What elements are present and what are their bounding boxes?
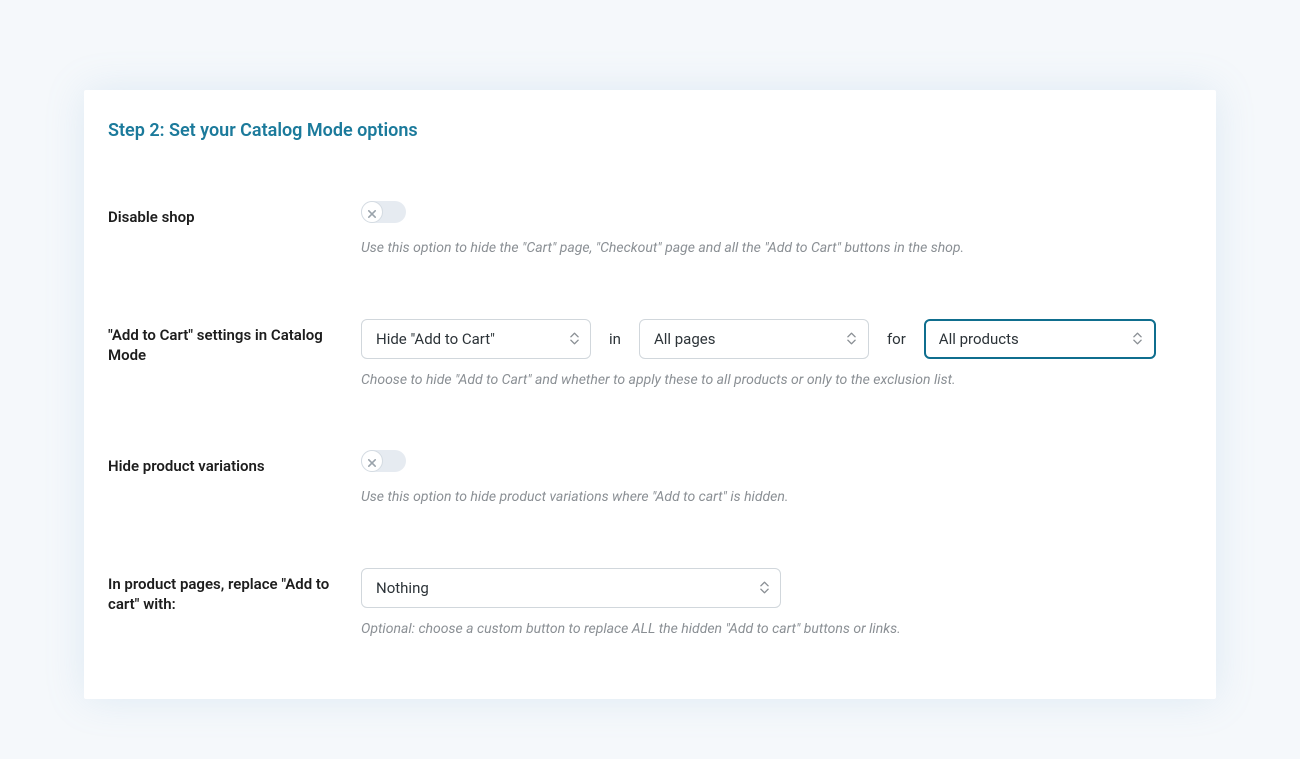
toggle-hide-variations[interactable]: [361, 450, 406, 472]
label-replace-with: In product pages, replace "Add to cart" …: [108, 568, 341, 615]
select-products-scope[interactable]: All products: [924, 319, 1156, 359]
select-row: Hide "Add to Cart" in All pages for: [361, 319, 1192, 359]
select-replace-with[interactable]: Nothing: [361, 568, 781, 608]
updown-icon: [758, 580, 770, 596]
separator-in: in: [609, 330, 621, 348]
desc-replace-with: Optional: choose a custom button to repl…: [361, 620, 1192, 640]
field-hide-variations: Hide product variations Use this option …: [108, 450, 1192, 508]
select-pages-scope[interactable]: All pages: [639, 319, 869, 359]
step-title: Step 2: Set your Catalog Mode options: [108, 120, 1192, 141]
desc-disable-shop: Use this option to hide the "Cart" page,…: [361, 239, 1192, 259]
field-add-to-cart-settings: "Add to Cart" settings in Catalog Mode H…: [108, 319, 1192, 391]
control-col: Nothing Optional: choose a custom button…: [361, 568, 1192, 640]
label-col: Disable shop: [108, 201, 361, 227]
control-col: Use this option to hide the "Cart" page,…: [361, 201, 1192, 259]
select-value: All pages: [654, 330, 716, 348]
x-icon: [368, 203, 376, 222]
label-col: Hide product variations: [108, 450, 361, 476]
field-replace-with: In product pages, replace "Add to cart" …: [108, 568, 1192, 640]
control-col: Use this option to hide product variatio…: [361, 450, 1192, 508]
label-col: "Add to Cart" settings in Catalog Mode: [108, 319, 361, 366]
toggle-knob: [361, 450, 383, 472]
label-hide-variations: Hide product variations: [108, 450, 341, 476]
label-col: In product pages, replace "Add to cart" …: [108, 568, 361, 615]
select-add-to-cart-action[interactable]: Hide "Add to Cart": [361, 319, 591, 359]
select-value: Hide "Add to Cart": [376, 330, 495, 348]
updown-icon: [846, 331, 858, 347]
toggle-disable-shop[interactable]: [361, 201, 406, 223]
label-add-to-cart: "Add to Cart" settings in Catalog Mode: [108, 319, 341, 366]
toggle-knob: [361, 201, 383, 223]
updown-icon: [1132, 331, 1144, 347]
desc-add-to-cart: Choose to hide "Add to Cart" and whether…: [361, 371, 1192, 391]
separator-for: for: [887, 330, 906, 348]
select-value: All products: [939, 330, 1019, 348]
updown-icon: [568, 331, 580, 347]
label-disable-shop: Disable shop: [108, 201, 341, 227]
settings-panel: Step 2: Set your Catalog Mode options Di…: [84, 90, 1216, 699]
select-value: Nothing: [376, 579, 429, 597]
control-col: Hide "Add to Cart" in All pages for: [361, 319, 1192, 391]
field-disable-shop: Disable shop Use this option to hide the…: [108, 201, 1192, 259]
desc-hide-variations: Use this option to hide product variatio…: [361, 488, 1192, 508]
x-icon: [368, 452, 376, 471]
